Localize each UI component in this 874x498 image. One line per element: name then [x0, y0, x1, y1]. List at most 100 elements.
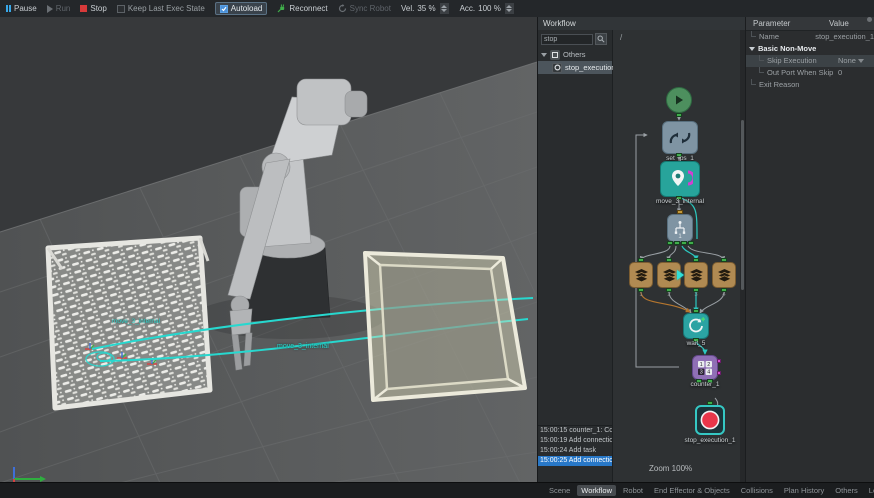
port-in [638, 258, 644, 262]
layers-icon [661, 267, 678, 284]
parameter-column-label: Parameter [746, 17, 829, 30]
tab-workflow[interactable]: Workflow [577, 485, 616, 496]
checkbox-unchecked-icon [117, 5, 125, 13]
tree-group-others[interactable]: Others [538, 48, 612, 61]
panel-collapse-handle[interactable] [867, 17, 872, 22]
workflow-search-input[interactable] [541, 34, 593, 45]
target-bin [365, 253, 525, 400]
parameter-panel: Parameter Value Name stop_execution_1 Ba… [745, 17, 874, 483]
trajectory-label: move_3_internal [277, 343, 329, 350]
node-branch[interactable]: 1 [667, 214, 693, 242]
stop-button[interactable]: Stop [80, 4, 106, 13]
param-label: Skip Execution [746, 55, 837, 67]
sync-robot-button[interactable]: Sync Robot [338, 4, 391, 13]
stack-label: 4 [722, 292, 725, 298]
tab-others[interactable]: Others [831, 485, 862, 496]
plug-icon [277, 4, 286, 13]
velocity-label: Vel. [401, 4, 414, 13]
velocity-control: Vel. 35 % [401, 2, 450, 15]
svg-text:1: 1 [700, 362, 703, 368]
node-stack-3[interactable] [684, 262, 708, 288]
folder-node-icon [550, 50, 560, 60]
node-wait[interactable] [683, 313, 709, 339]
node-stack-1[interactable] [629, 262, 653, 288]
stack-label: 2 [667, 292, 670, 298]
workflow-tree-panel: Others stop_execution 15:00:15 counter_1… [538, 30, 613, 483]
acceleration-spinner[interactable] [504, 2, 515, 15]
param-value[interactable]: 0 [837, 67, 842, 79]
acceleration-label: Acc. [460, 4, 476, 13]
acceleration-value[interactable]: 100 % [478, 4, 501, 13]
double-arc-icon [669, 129, 691, 147]
counter-grid-icon: 1 2 3 4 [697, 360, 713, 376]
run-button[interactable]: Run [47, 4, 71, 13]
param-section-basic-non-move[interactable]: Basic Non-Move [746, 43, 874, 55]
dropdown-value: None [838, 55, 856, 67]
velocity-value[interactable]: 35 % [417, 4, 435, 13]
tab-scene[interactable]: Scene [545, 485, 574, 496]
svg-text:3: 3 [700, 369, 703, 375]
caret-down-icon [541, 53, 547, 57]
keep-last-exec-label: Keep Last Exec State [128, 4, 205, 13]
workflow-panel: Workflow Others stop_execution [537, 17, 745, 483]
layers-icon [688, 267, 705, 284]
tab-robot[interactable]: Robot [619, 485, 647, 496]
node-move[interactable] [660, 161, 700, 197]
node-label: move_3_internal [656, 198, 704, 205]
tab-log[interactable]: Log [865, 485, 874, 496]
checkbox-checked-icon [220, 5, 228, 13]
tab-plan-history[interactable]: Plan History [780, 485, 828, 496]
log-row-selected[interactable]: 15:00:25 Add connection [538, 456, 612, 466]
reconnect-label: Reconnect [289, 4, 327, 13]
autoload-label: Autoload [231, 4, 263, 13]
autoload-checkbox[interactable]: Autoload [215, 2, 268, 15]
port-out [674, 241, 680, 245]
run-label: Run [56, 4, 71, 13]
pause-button[interactable]: Pause [6, 4, 37, 13]
log-list: 15:00:15 counter_1: Count (1 - 15:00:19 … [538, 425, 612, 466]
search-icon[interactable] [595, 33, 607, 45]
param-row-exit-reason: Exit Reason [746, 79, 874, 91]
tree-group-label: Others [563, 50, 586, 59]
port-loop [717, 371, 721, 375]
param-value[interactable]: stop_execution_1 [814, 31, 874, 43]
log-row[interactable]: 15:00:19 Add connection [538, 436, 612, 446]
workflow-canvas[interactable]: / [613, 30, 740, 483]
node-stop-execution[interactable] [695, 405, 725, 435]
toolbar: Pause Run Stop Keep Last Exec State Auto… [0, 0, 874, 18]
waypoint-label: move_3_internal [112, 318, 160, 325]
wait-loop-icon [687, 317, 705, 335]
play-icon [673, 94, 685, 106]
svg-text:4: 4 [707, 369, 710, 375]
velocity-spinner[interactable] [439, 2, 450, 15]
param-row-name: Name stop_execution_1 [746, 31, 874, 43]
tab-collisions[interactable]: Collisions [737, 485, 777, 496]
stop-node-icon [552, 63, 562, 73]
node-counter[interactable]: 1 2 3 4 [692, 355, 718, 380]
node-set-jps[interactable] [662, 121, 698, 154]
port-in [677, 210, 683, 214]
node-start[interactable] [666, 87, 692, 113]
node-stack-4[interactable] [712, 262, 736, 288]
sync-icon [338, 4, 347, 13]
port-out [676, 113, 682, 117]
map-pin-icon [667, 167, 693, 191]
port-out [667, 241, 673, 245]
parameter-header: Parameter Value [746, 17, 874, 31]
param-row-skip-execution: Skip Execution None [746, 55, 874, 67]
param-label: Name [746, 31, 814, 43]
port-in [707, 401, 713, 405]
node-label: stop_execution_1 [685, 437, 736, 444]
keep-last-exec-checkbox[interactable]: Keep Last Exec State [117, 4, 205, 13]
3d-scene [0, 17, 537, 483]
stop-circle-icon [700, 410, 720, 430]
port-in [693, 309, 699, 313]
skip-execution-dropdown[interactable]: None [837, 55, 864, 67]
app-window: Pause Run Stop Keep Last Exec State Auto… [0, 0, 874, 498]
log-row[interactable]: 15:00:15 counter_1: Count (1 - [538, 426, 612, 436]
log-row[interactable]: 15:00:24 Add task [538, 446, 612, 456]
tree-item-stop-execution[interactable]: stop_execution [538, 61, 612, 74]
3d-viewport[interactable]: move_3_internal move_3_internal [0, 17, 537, 483]
reconnect-button[interactable]: Reconnect [277, 4, 327, 13]
tab-end-effector-objects[interactable]: End Effector & Objects [650, 485, 734, 496]
